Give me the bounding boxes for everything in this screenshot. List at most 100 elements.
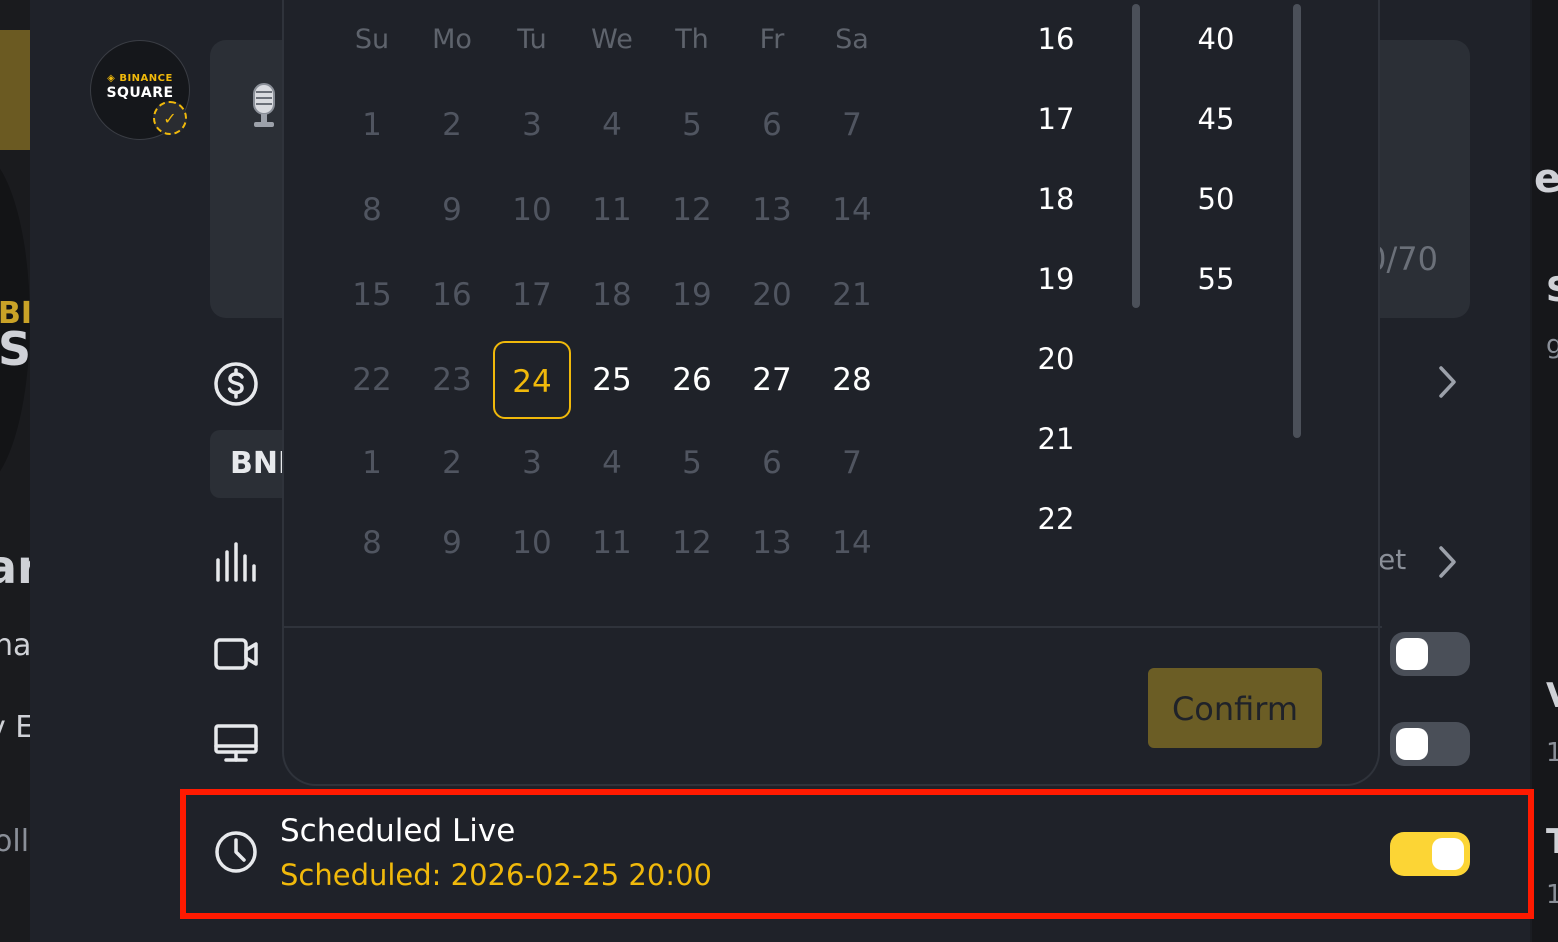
calendar-day[interactable]: 8: [333, 504, 411, 582]
calendar-day[interactable]: 8: [333, 171, 411, 249]
hour-option[interactable]: 21: [1016, 422, 1096, 456]
minute-option[interactable]: 40: [1176, 22, 1256, 56]
calendar-day[interactable]: 11: [573, 504, 651, 582]
calendar-day[interactable]: 23: [413, 341, 491, 419]
background-text: e: [1534, 156, 1558, 202]
chevron-right-icon[interactable]: [1432, 542, 1462, 582]
weekday-label: Tu: [517, 24, 547, 55]
hour-option[interactable]: 16: [1016, 22, 1096, 56]
calendar-day[interactable]: 5: [653, 424, 731, 502]
chart-bars-icon: [212, 540, 260, 588]
calendar-day[interactable]: 24: [493, 341, 571, 419]
weekday-label: Fr: [759, 24, 785, 55]
minute-option[interactable]: 45: [1176, 102, 1256, 136]
background-text: g: [1546, 330, 1558, 360]
calendar-day[interactable]: 1: [333, 86, 411, 164]
monitor-icon: [212, 720, 260, 768]
background-banner: [0, 30, 30, 150]
background-text: SC: [0, 322, 30, 376]
calendar-day[interactable]: 21: [813, 256, 891, 334]
background-text: na: [0, 628, 30, 663]
avatar-brand-small: ◈ BINANCE: [107, 73, 173, 84]
hour-option[interactable]: 18: [1016, 182, 1096, 216]
date-time-picker: Su Mo Tu We Th Fr Sa 1 2 3 4 5 6 7 8 9 10 11 12 13 14 15 16 17…: [282, 0, 1382, 786]
calendar-day[interactable]: 25: [573, 341, 651, 419]
background-right-strip: e S g V 1 T 1: [1532, 0, 1558, 942]
calendar-day[interactable]: 3: [493, 86, 571, 164]
background-text: oll: [0, 824, 30, 859]
calendar-day[interactable]: 18: [573, 256, 651, 334]
minute-option[interactable]: 50: [1176, 182, 1256, 216]
background-text: T: [1546, 822, 1558, 862]
weekday-label: Sa: [835, 24, 869, 55]
calendar-day[interactable]: 20: [733, 256, 811, 334]
calendar-day[interactable]: 14: [813, 504, 891, 582]
stats-setting-value: et: [1378, 543, 1407, 576]
minute-option[interactable]: 55: [1176, 262, 1256, 296]
camera-toggle[interactable]: [1390, 632, 1470, 676]
toggle-knob: [1396, 728, 1428, 760]
calendar-day[interactable]: 9: [413, 504, 491, 582]
background-text: V: [1546, 676, 1558, 716]
calendar-day[interactable]: 13: [733, 504, 811, 582]
background-text: v E: [0, 710, 30, 745]
calendar-day[interactable]: 6: [733, 424, 811, 502]
avatar[interactable]: ◈ BINANCE SQUARE ✓: [90, 40, 190, 140]
scheduled-time: Scheduled: 2026-02-25 20:00: [280, 858, 712, 892]
calendar-day[interactable]: 16: [413, 256, 491, 334]
calendar-day[interactable]: 9: [413, 171, 491, 249]
background-text: 1: [1546, 738, 1558, 768]
weekday-label: Th: [675, 24, 709, 55]
calendar-day[interactable]: 7: [813, 424, 891, 502]
calendar-day[interactable]: 19: [653, 256, 731, 334]
calendar-day[interactable]: 12: [653, 504, 731, 582]
calendar-day[interactable]: 6: [733, 86, 811, 164]
weekday-label: Mo: [432, 24, 472, 55]
hour-scrollbar[interactable]: [1132, 4, 1140, 308]
verified-badge-icon: ✓: [153, 101, 187, 135]
calendar-day[interactable]: 1: [333, 424, 411, 502]
weekday-label: Su: [354, 24, 390, 55]
calendar-day[interactable]: 28: [813, 341, 891, 419]
page: BI SC ar na v E oll e S g V 1 T 1 ◈ BINA…: [0, 0, 1558, 942]
toggle-knob: [1432, 838, 1464, 870]
avatar-brand-big: SQUARE: [106, 85, 174, 101]
screen-share-toggle[interactable]: [1390, 722, 1470, 766]
scheduled-live-title: Scheduled Live: [280, 813, 516, 849]
hour-option[interactable]: 17: [1016, 102, 1096, 136]
calendar-day[interactable]: 11: [573, 171, 651, 249]
calendar-day[interactable]: 14: [813, 171, 891, 249]
calendar-day[interactable]: 2: [413, 424, 491, 502]
calendar-day[interactable]: 15: [333, 256, 411, 334]
calendar-day[interactable]: 4: [573, 86, 651, 164]
calendar-day[interactable]: 7: [813, 86, 891, 164]
hour-option[interactable]: 20: [1016, 342, 1096, 376]
calendar-day[interactable]: 27: [733, 341, 811, 419]
calendar-day[interactable]: 5: [653, 86, 731, 164]
background-text: 1: [1546, 880, 1558, 910]
confirm-button[interactable]: Confirm: [1148, 668, 1322, 748]
toggle-knob: [1396, 638, 1428, 670]
calendar-day[interactable]: 22: [333, 341, 411, 419]
calendar-day[interactable]: 12: [653, 171, 731, 249]
chevron-right-icon[interactable]: [1432, 362, 1462, 402]
background-left-strip: BI SC ar na v E oll: [0, 0, 30, 942]
hour-option[interactable]: 19: [1016, 262, 1096, 296]
calendar-day[interactable]: 10: [493, 171, 571, 249]
minute-scrollbar[interactable]: [1293, 4, 1301, 438]
calendar-day[interactable]: 26: [653, 341, 731, 419]
hour-option[interactable]: 22: [1016, 502, 1096, 536]
calendar-day[interactable]: 17: [493, 256, 571, 334]
picker-divider: [284, 626, 1382, 628]
background-text: S: [1546, 270, 1558, 310]
microphone-icon: [253, 83, 275, 127]
calendar-day[interactable]: 2: [413, 86, 491, 164]
scheduled-live-row[interactable]: [184, 792, 1530, 918]
calendar-day[interactable]: 4: [573, 424, 651, 502]
calendar-day[interactable]: 13: [733, 171, 811, 249]
scheduled-live-toggle[interactable]: [1390, 832, 1470, 876]
calendar-day[interactable]: 10: [493, 504, 571, 582]
calendar-day[interactable]: 3: [493, 424, 571, 502]
clock-icon: [212, 828, 260, 876]
dollar-icon: [212, 360, 260, 408]
